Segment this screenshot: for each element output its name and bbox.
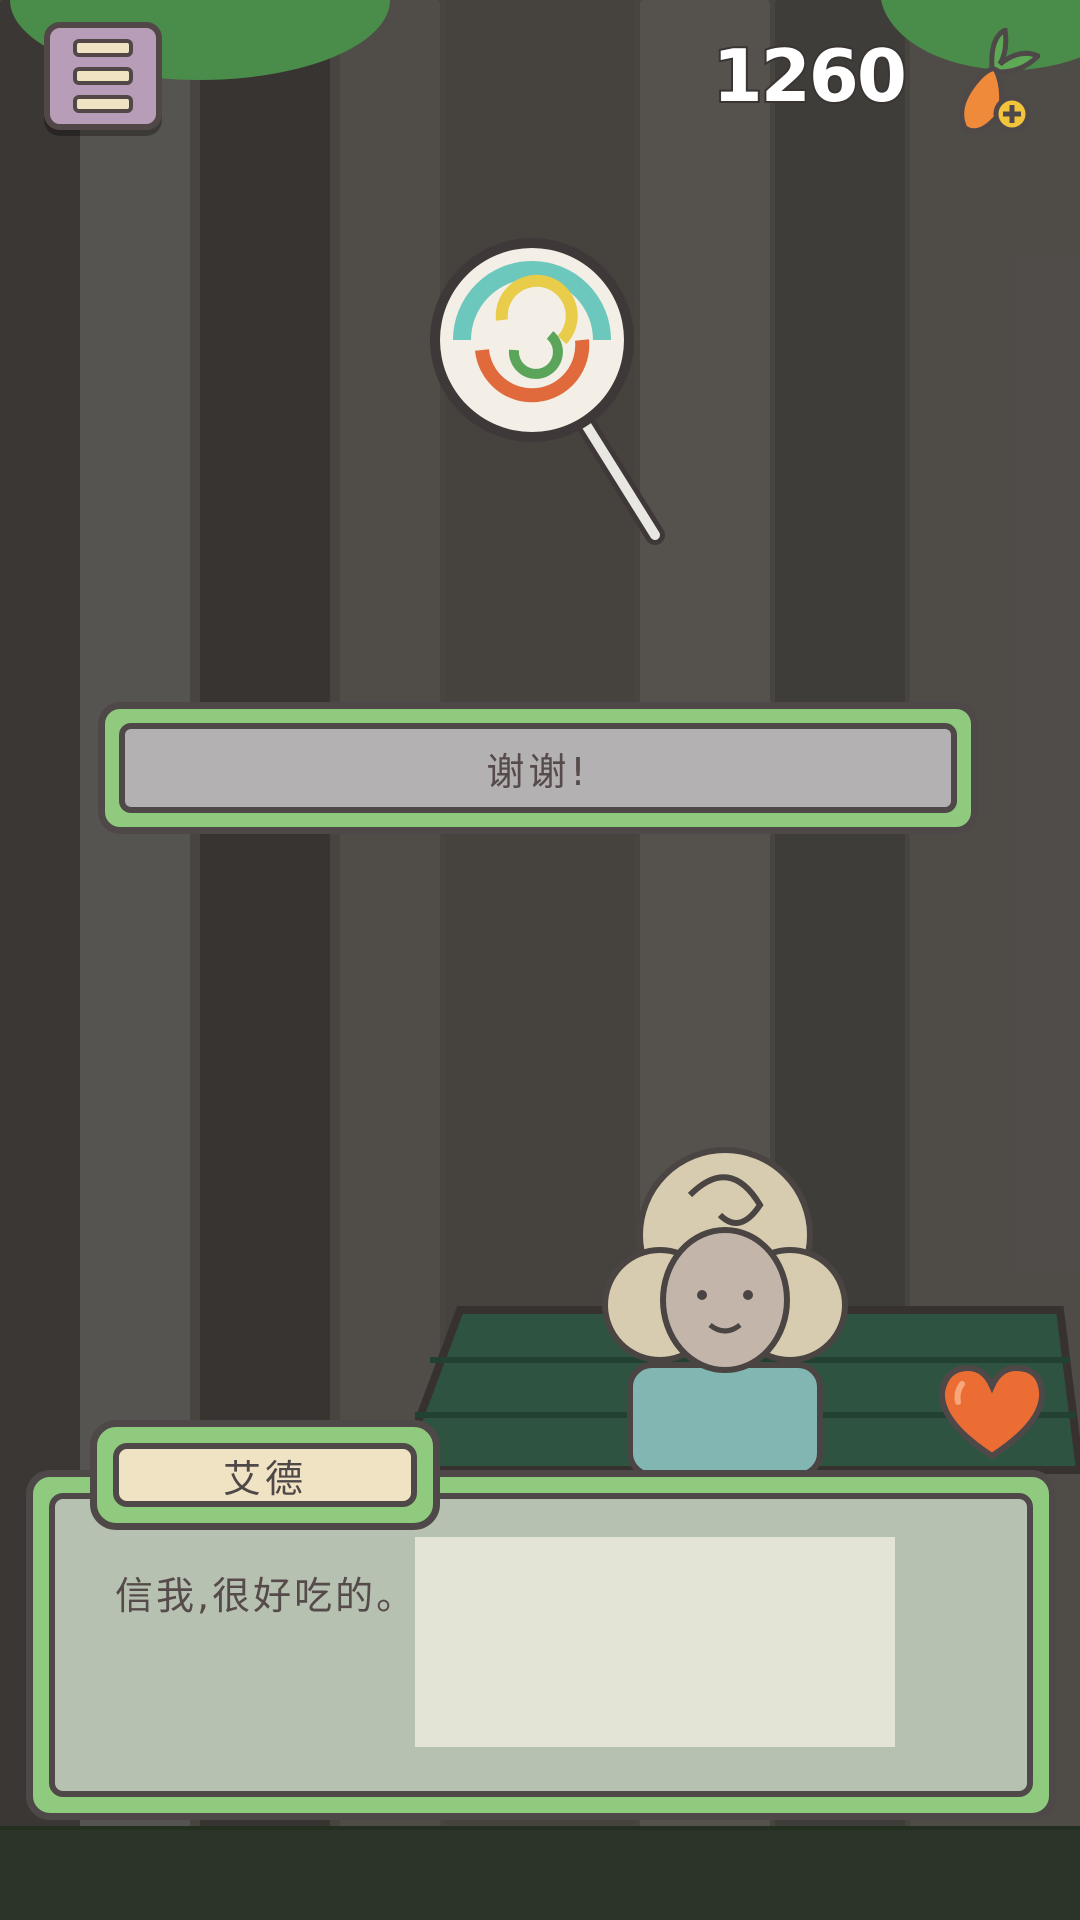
menu-icon	[73, 67, 133, 85]
reply-option-label: 谢谢!	[119, 723, 957, 813]
menu-icon	[73, 95, 133, 113]
speaker-name: 艾德	[113, 1443, 417, 1507]
heart-icon[interactable]	[934, 1362, 1050, 1462]
lollipop-icon	[430, 238, 665, 545]
menu-icon	[73, 39, 133, 57]
dialogue-text: 信我,很好吃的。	[115, 1574, 418, 1618]
dialogue-panel: 信我,很好吃的。	[49, 1493, 1033, 1797]
menu-button[interactable]	[44, 22, 162, 130]
carrot-count: 1260	[711, 32, 909, 120]
carrot-add-icon[interactable]	[950, 28, 1040, 138]
speaker-name-tag: 艾德	[90, 1420, 440, 1530]
reply-option-button[interactable]: 谢谢!	[98, 702, 978, 834]
room-background	[415, 1537, 895, 1747]
